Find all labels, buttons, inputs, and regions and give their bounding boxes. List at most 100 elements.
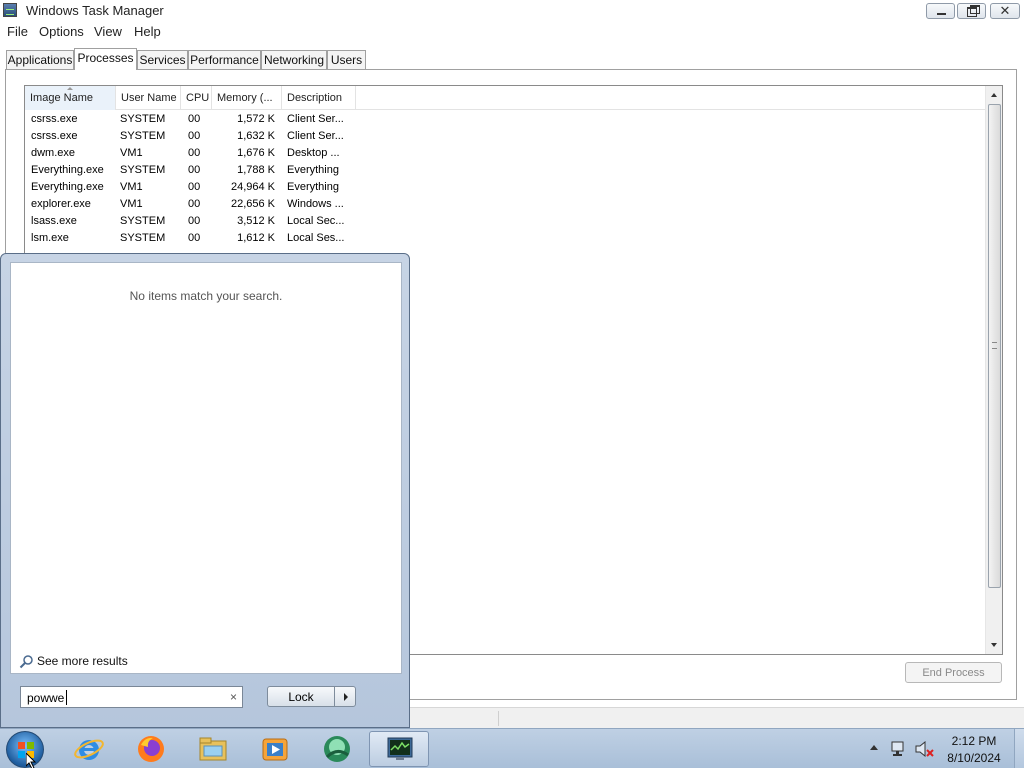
file-explorer-icon[interactable] (197, 733, 229, 765)
cell-cpu: 00 (188, 181, 201, 193)
cell-description: Client Ser... (287, 113, 344, 125)
lock-button[interactable]: Lock (267, 686, 335, 707)
cell-description: Everything (287, 164, 339, 176)
search-results-pane: No items match your search. See more res… (10, 262, 402, 674)
app-icon[interactable] (321, 733, 353, 765)
network-icon[interactable] (890, 741, 908, 757)
no-results-message: No items match your search. (129, 289, 283, 303)
cell-memory: 24,964 K (230, 181, 275, 193)
firefox-icon[interactable] (135, 733, 167, 765)
table-row[interactable]: csrss.exe SYSTEM 00 1,632 K Client Ser..… (25, 128, 385, 145)
start-menu: No items match your search. See more res… (0, 253, 410, 728)
column-memory[interactable]: Memory (... (212, 86, 282, 110)
menu-file[interactable]: File (7, 24, 28, 39)
internet-explorer-icon[interactable] (73, 733, 105, 765)
cell-description: Client Ser... (287, 130, 344, 142)
shutdown-options-arrow-icon[interactable] (334, 686, 356, 707)
media-player-icon[interactable] (259, 733, 291, 765)
table-row[interactable]: lsm.exe SYSTEM 00 1,612 K Local Ses... (25, 230, 385, 247)
title-bar: Windows Task Manager ✕ (0, 0, 1024, 22)
show-desktop-button[interactable] (1014, 729, 1024, 768)
task-manager-icon (3, 3, 17, 17)
scroll-up-button[interactable] (986, 86, 1002, 103)
cell-description: Windows ... (287, 198, 344, 210)
list-header: Image Name User Name CPU Memory (... Des… (25, 86, 985, 110)
menu-help[interactable]: Help (134, 24, 161, 39)
maximize-button[interactable] (957, 3, 986, 19)
cell-memory: 1,632 K (237, 130, 275, 142)
clear-search-icon[interactable]: × (230, 690, 237, 704)
tab-performance[interactable]: Performance (188, 50, 261, 69)
cell-description: Local Ses... (287, 232, 345, 244)
minimize-button[interactable] (926, 3, 955, 19)
cell-memory: 1,788 K (237, 164, 275, 176)
cell-cpu: 00 (188, 164, 201, 176)
end-process-button[interactable]: End Process (905, 662, 1002, 683)
cell-image-name: csrss.exe (31, 130, 78, 142)
cell-image-name: explorer.exe (31, 198, 91, 210)
cell-description: Local Sec... (287, 215, 345, 227)
tab-networking[interactable]: Networking (261, 50, 327, 69)
table-row[interactable]: Everything.exe SYSTEM 00 1,788 K Everyth… (25, 162, 385, 179)
cell-cpu: 00 (188, 232, 201, 244)
column-user-name[interactable]: User Name (116, 86, 181, 110)
table-row[interactable]: lsass.exe SYSTEM 00 3,512 K Local Sec... (25, 213, 385, 230)
scroll-down-button[interactable] (986, 637, 1002, 654)
cell-image-name: csrss.exe (31, 113, 78, 125)
cell-cpu: 00 (188, 130, 201, 142)
menu-options[interactable]: Options (39, 24, 84, 39)
status-divider (498, 711, 499, 726)
clock-time[interactable]: 2:12 PM (940, 734, 1008, 748)
table-row[interactable]: dwm.exe VM1 00 1,676 K Desktop ... (25, 145, 385, 162)
start-button[interactable] (6, 731, 44, 768)
cell-image-name: Everything.exe (31, 164, 104, 176)
column-cpu[interactable]: CPU (181, 86, 212, 110)
table-row[interactable]: csrss.exe SYSTEM 00 1,572 K Client Ser..… (25, 111, 385, 128)
cell-memory: 3,512 K (237, 215, 275, 227)
cell-user-name: VM1 (120, 198, 143, 210)
cell-user-name: SYSTEM (120, 130, 166, 142)
table-row[interactable]: explorer.exe VM1 00 22,656 K Windows ... (25, 196, 385, 213)
cell-image-name: lsm.exe (31, 232, 69, 244)
cell-user-name: SYSTEM (120, 113, 166, 125)
tab-users[interactable]: Users (327, 50, 366, 69)
cell-cpu: 00 (188, 113, 201, 125)
cell-memory: 1,676 K (237, 147, 275, 159)
cell-description: Desktop ... (287, 147, 340, 159)
menu-view[interactable]: View (94, 24, 122, 39)
start-search-input[interactable]: powwe × (20, 686, 243, 708)
menu-bar: File Options View Help (0, 22, 1024, 42)
cell-cpu: 00 (188, 215, 201, 227)
vertical-scrollbar[interactable] (985, 86, 1002, 654)
text-caret (66, 690, 67, 705)
tab-processes[interactable]: Processes (74, 48, 137, 70)
close-button[interactable]: ✕ (990, 3, 1020, 19)
cell-user-name: SYSTEM (120, 232, 166, 244)
magnifier-icon (19, 655, 33, 669)
clock-date[interactable]: 8/10/2024 (940, 751, 1008, 765)
tab-services[interactable]: Services (137, 50, 188, 69)
cell-image-name: lsass.exe (31, 215, 77, 227)
cell-user-name: SYSTEM (120, 215, 166, 227)
column-description[interactable]: Description (282, 86, 356, 110)
task-manager-icon (387, 737, 413, 760)
cell-user-name: VM1 (120, 147, 143, 159)
volume-muted-icon[interactable] (914, 741, 934, 757)
column-image-name[interactable]: Image Name (25, 86, 116, 110)
scroll-thumb[interactable] (988, 104, 1001, 588)
search-input-text: powwe (27, 691, 65, 705)
cell-cpu: 00 (188, 198, 201, 210)
cell-memory: 1,572 K (237, 113, 275, 125)
task-manager-taskbar-button[interactable] (369, 731, 429, 767)
cell-memory: 1,612 K (237, 232, 275, 244)
show-hidden-icons-arrow-icon[interactable] (870, 745, 878, 750)
table-row[interactable]: Everything.exe VM1 00 24,964 K Everythin… (25, 179, 385, 196)
window-title: Windows Task Manager (26, 3, 164, 18)
close-icon: ✕ (999, 3, 1011, 18)
tab-strip: Applications Processes Services Performa… (0, 48, 1024, 70)
tab-applications[interactable]: Applications (6, 50, 74, 69)
cell-user-name: SYSTEM (120, 164, 166, 176)
taskbar: 2:12 PM 8/10/2024 (0, 728, 1024, 768)
mouse-cursor-icon (26, 753, 37, 768)
cell-memory: 22,656 K (230, 198, 275, 210)
